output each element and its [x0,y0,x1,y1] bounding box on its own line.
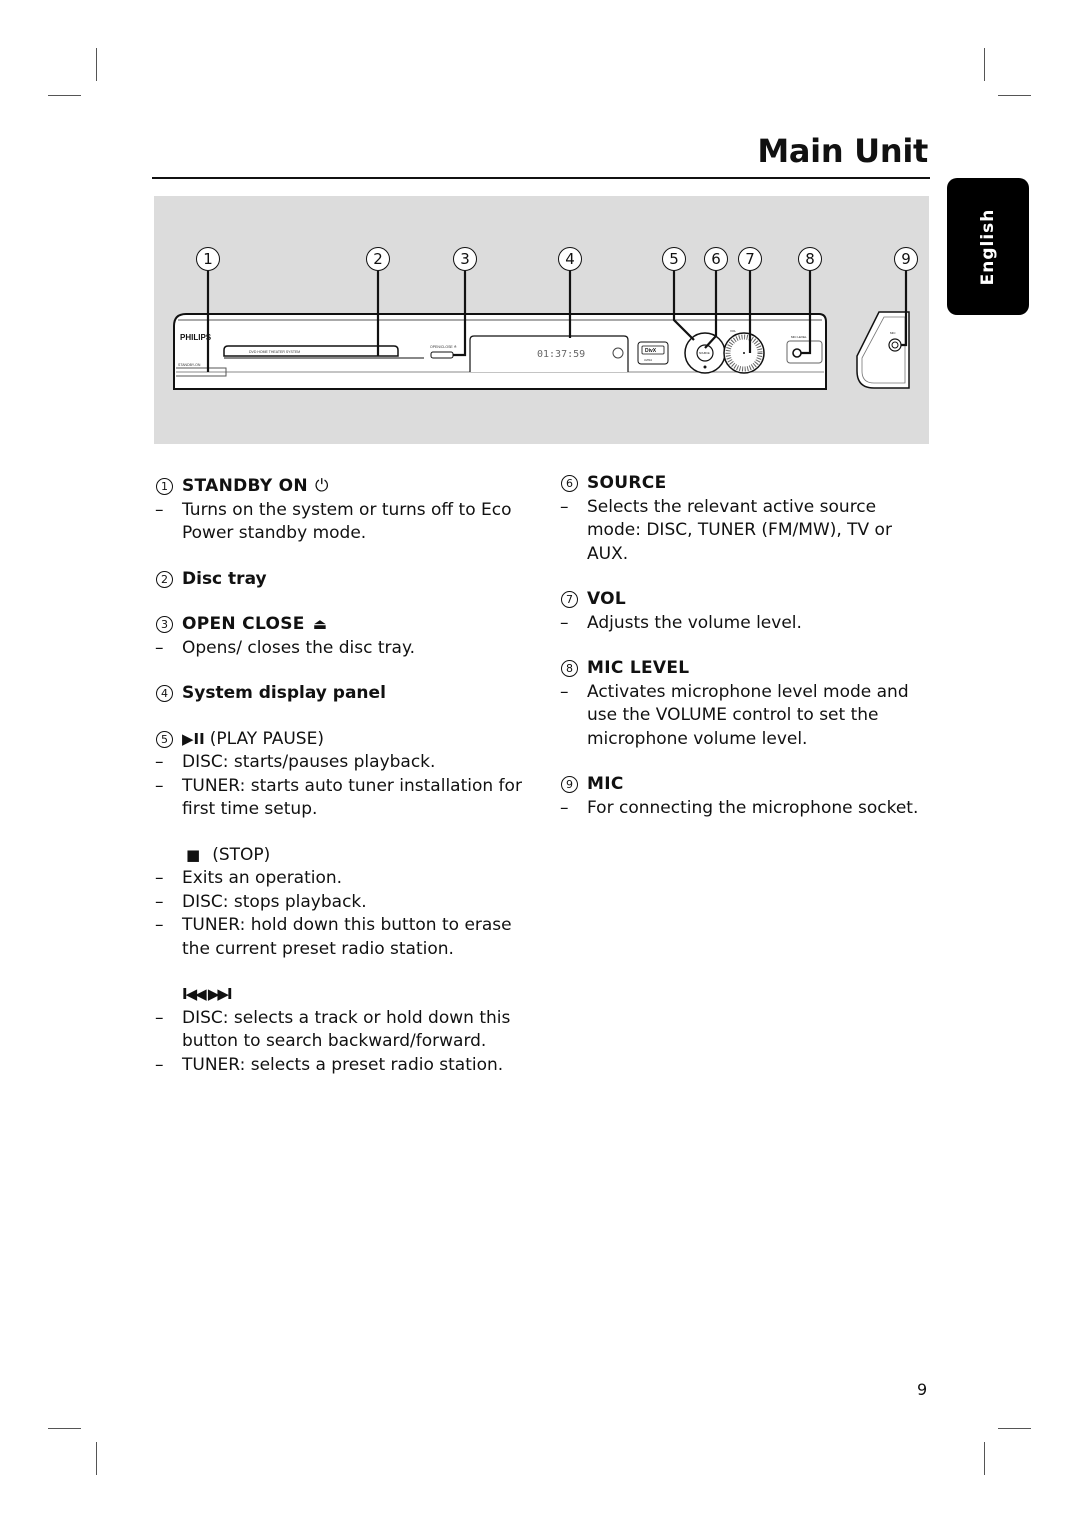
bullet: – DISC: selects a track or hold down this… [155,1007,511,1052]
play-pause-icon: ▶II [182,729,205,748]
callout-6: 6 [704,247,728,271]
bullet: – Opens/ closes the disc tray. [155,637,415,658]
item-mic: 9 MIC – For connecting the microphone soc… [560,773,930,820]
item-number: 6 [561,475,578,493]
stop-icon: ■ [186,845,201,864]
crop-mark [998,1428,1031,1429]
skip-prev-next-icon: I◀◀ ▶▶I [182,985,233,1003]
item-title: (PLAY PAUSE) [209,728,324,749]
bullet: – Activates microphone level mode and use… [560,681,909,749]
crop-mark [984,1442,985,1475]
page-title: Main Unit [757,132,928,170]
callout-7: 7 [738,247,762,271]
item-title: SOURCE [587,473,667,493]
divx-sub-label: ULTRA [644,359,652,362]
language-tab-label: English [978,208,998,285]
item-vol: 7 VOL – Adjusts the volume level. [560,588,930,635]
item-number: 9 [561,776,578,794]
mic-level-label: MIC LEVEL [791,335,807,339]
crop-mark [96,48,97,81]
source-button-label: SOURCE [699,352,710,355]
bullet: – TUNER: hold down this button to erase t… [155,915,512,959]
item-number: 4 [156,685,173,703]
item-stop: ■ (STOP) – Exits an operation. – DISC: sto… [155,844,525,962]
item-display-panel: 4 System display panel [155,682,525,706]
item-number: 8 [561,660,578,678]
bullet: – TUNER: selects a preset radio station. [155,1054,504,1075]
divx-logo: DivX [645,348,657,354]
item-skip: I◀◀ ▶▶I – DISC: selects a track or hold d… [155,983,525,1077]
item-title: (STOP) [212,844,271,865]
bullet: – TUNER: starts auto tuner installation f… [155,775,522,820]
item-number: 2 [156,570,173,588]
crop-mark [48,1428,81,1429]
left-column: 1 STANDBY ON ⏻ – Turns on the system or t… [155,475,525,1099]
item-title: System display panel [182,683,386,703]
language-tab: English [947,178,1029,315]
bullet: – DISC: starts/pauses playback. [155,752,436,772]
title-divider [152,177,930,179]
bullet: – DISC: stops playback. [155,891,367,912]
callout-2: 2 [366,247,390,271]
crop-mark [984,48,985,81]
open-close-label: OPEN/CLOSE ≜ [430,344,457,349]
bullet: – Turns on the system or turns off to Eco… [155,499,512,544]
item-play-pause: 5 ▶II (PLAY PAUSE) – DISC: starts/pauses … [155,728,525,822]
device-illustration: PHILIPS DVD HOME THEATER SYSTEM STANDBY-… [173,271,910,390]
item-title: VOL [587,589,627,609]
item-number: 1 [156,478,173,496]
mic-label: MIC [890,331,896,335]
crop-mark [998,95,1031,96]
main-unit-figure: PHILIPS DVD HOME THEATER SYSTEM STANDBY-… [154,196,929,444]
item-number: 7 [561,591,578,609]
right-column: 6 SOURCE – Selects the relevant active so… [560,472,930,842]
item-open-close: 3 OPEN CLOSE ⏏ – Opens/ closes the disc t… [155,613,525,660]
callout-4: 4 [558,247,582,271]
crop-mark [48,95,81,96]
bullet: – Exits an operation. [155,868,343,888]
eject-icon: ⏏ [312,615,327,633]
item-number: 5 [156,730,173,748]
item-title: OPEN CLOSE [182,614,305,634]
item-number: 3 [156,616,173,634]
crop-mark [96,1442,97,1475]
item-title: STANDBY ON [182,476,308,496]
callout-5: 5 [662,247,686,271]
power-icon: ⏻ [314,476,329,496]
callout-1: 1 [196,247,220,271]
tray-label: DVD HOME THEATER SYSTEM [249,350,300,354]
bullet: – For connecting the microphone socket. [560,797,919,818]
item-title: MIC [587,774,624,794]
page-number: 9 [917,1380,928,1399]
bullet: – Adjusts the volume level. [560,612,802,633]
standby-label: STANDBY-ON [178,363,201,367]
item-mic-level: 8 MIC LEVEL – Activates microphone level … [560,657,930,751]
callout-8: 8 [798,247,822,271]
vol-label: VOL [730,329,736,333]
item-title: MIC LEVEL [587,658,690,678]
callout-9: 9 [894,247,918,271]
callout-3: 3 [453,247,477,271]
item-standby-on: 1 STANDBY ON ⏻ – Turns on the system or t… [155,475,525,546]
display-readout: 01:37:59 [537,349,585,360]
item-disc-tray: 2 Disc tray [155,568,525,592]
item-source: 6 SOURCE – Selects the relevant active so… [560,472,930,566]
item-title: Disc tray [182,568,267,589]
bullet: – Selects the relevant active source mode… [560,496,892,564]
